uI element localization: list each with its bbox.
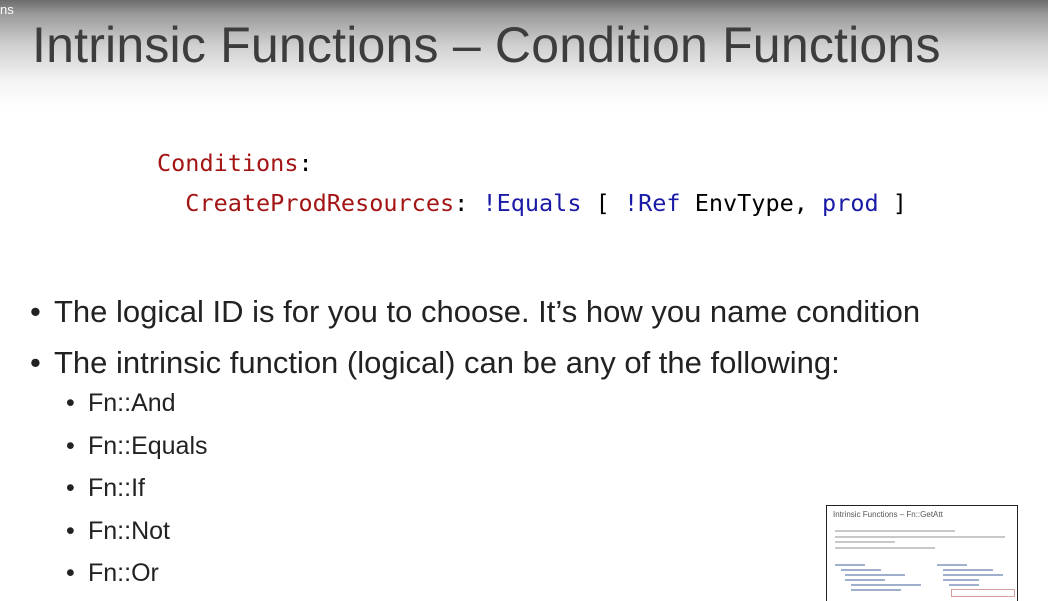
thumbnail-code-line [943, 579, 979, 581]
thumbnail-text-line [835, 547, 935, 549]
code-close-bracket: ] [892, 189, 907, 217]
code-conditions-key: Conditions [157, 149, 299, 177]
thumbnail-code-line [845, 579, 885, 581]
sub-bullet-item: Fn::Not [66, 510, 208, 553]
sub-bullet-list: Fn::And Fn::Equals Fn::If Fn::Not Fn::Or [66, 382, 208, 595]
code-value: prod [822, 189, 879, 217]
code-colon: : [298, 149, 313, 177]
thumbnail-text-line [835, 536, 1005, 538]
code-ref-function: !Ref [623, 189, 681, 217]
thumbnail-code-line [943, 569, 993, 571]
slide-title: Intrinsic Functions – Condition Function… [32, 17, 941, 73]
code-snippet: Conditions: CreateProdResources: !Equals… [157, 143, 907, 223]
thumbnail-code-line [835, 564, 865, 566]
code-colon: : [454, 189, 469, 217]
thumbnail-code-line [943, 574, 1003, 576]
thumbnail-code-line [937, 564, 967, 566]
thumbnail-code-line [841, 569, 881, 571]
sub-bullet-item: Fn::If [66, 467, 208, 510]
thumbnail-code-line [851, 584, 921, 586]
code-logical-id: CreateProdResources [185, 189, 455, 217]
thumbnail-title: Intrinsic Functions – Fn::GetAtt [833, 510, 943, 519]
thumbnail-code-line [851, 589, 901, 591]
code-equals-function: !Equals [482, 189, 582, 217]
thumbnail-text-line [835, 541, 895, 543]
next-slide-thumbnail[interactable]: Intrinsic Functions – Fn::GetAtt [826, 505, 1018, 601]
thumbnail-text-line [835, 530, 955, 532]
bullet-list: The logical ID is for you to choose. It’… [30, 286, 920, 388]
corner-label: ns [0, 2, 14, 17]
sub-bullet-item: Fn::Equals [66, 425, 208, 468]
thumbnail-code-line [845, 574, 905, 576]
thumbnail-code-line [949, 584, 979, 586]
bullet-item: The intrinsic function (logical) can be … [30, 337, 920, 388]
thumbnail-highlight-box [951, 589, 1015, 597]
sub-bullet-item: Fn::And [66, 382, 208, 425]
code-ref-target: EnvType, [694, 189, 808, 217]
bullet-item: The logical ID is for you to choose. It’… [30, 286, 920, 337]
code-open-bracket: [ [595, 189, 610, 217]
sub-bullet-item: Fn::Or [66, 552, 208, 595]
